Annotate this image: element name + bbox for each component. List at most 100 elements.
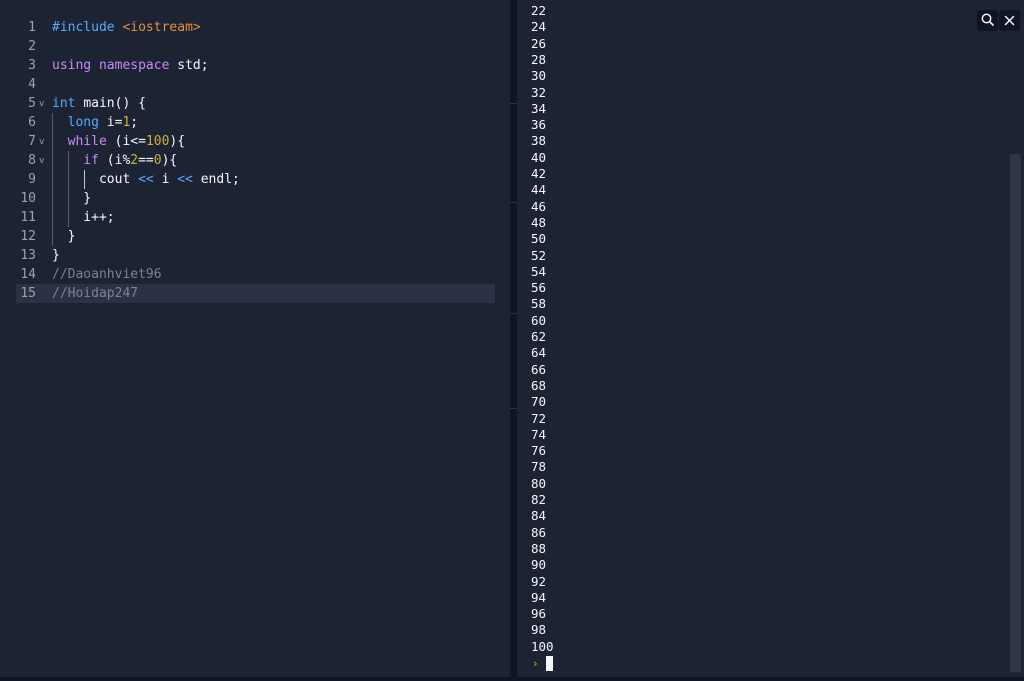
console-output-line: 92 (531, 573, 547, 589)
code-line[interactable]: 12 } (16, 227, 495, 246)
code-text: //Hoidap247 (52, 284, 138, 303)
code-line[interactable]: 3 using namespace std; (16, 56, 495, 75)
console-output-line: 54 (531, 263, 547, 279)
console-output-line: 64 (531, 345, 547, 361)
search-button[interactable] (977, 10, 998, 31)
console-output-line: 30 (531, 68, 547, 84)
code-token: long (52, 115, 107, 130)
console-output-line: 100 (531, 638, 554, 654)
console-output-line: 72 (531, 410, 547, 426)
code-token: //Hoidap247 (52, 286, 139, 301)
console-output-line: 22 (531, 3, 547, 18)
code-token: main() { (83, 96, 146, 111)
console-output-line: 80 (531, 475, 547, 491)
divider-mark (510, 202, 517, 203)
code-text: long i=1; (52, 113, 138, 132)
code-line[interactable]: 6 long i=1; (16, 113, 495, 132)
code-token: } (52, 229, 76, 244)
console-output-line: 98 (531, 622, 547, 638)
console-output-line: 42 (531, 166, 547, 181)
code-token: } (52, 248, 60, 263)
code-line[interactable]: 5 v int main() { (16, 94, 495, 113)
console-output-line: 50 (531, 231, 547, 247)
code-token: == (138, 153, 154, 168)
code-line[interactable]: 2 (16, 37, 495, 56)
code-token: if (52, 153, 107, 168)
code-token: ){ (169, 134, 186, 149)
console-output-line: 62 (531, 329, 547, 344)
line-number: 10 (20, 191, 36, 206)
console-output-line: 76 (531, 443, 547, 459)
code-token: (i<= (114, 134, 146, 149)
code-token: 2 (130, 153, 139, 168)
line-number: 13 (20, 248, 36, 263)
console-output-line: 56 (531, 280, 547, 296)
code-line[interactable]: 9 cout << i << endl; (16, 170, 495, 189)
code-line[interactable]: 13} (16, 246, 495, 265)
console-output-line: 46 (531, 198, 547, 214)
code-line[interactable]: 8v if (i%2==0){ (16, 151, 495, 170)
code-token: std; (177, 58, 209, 73)
code-line[interactable]: 14 //Daoanhviet96 (16, 265, 495, 284)
line-number: 2 (28, 39, 36, 54)
code-token: } (52, 191, 92, 206)
line-number: 12 (20, 229, 36, 244)
code-text: cout << i << endl; (52, 170, 240, 189)
code-text: if (i%2==0){ (52, 151, 177, 170)
chevron-down-icon[interactable]: v (39, 133, 44, 152)
console-output-line: 34 (531, 100, 547, 116)
console-scrollbar-thumb[interactable] (1010, 154, 1021, 672)
code-text: //Daoanhviet96 (52, 265, 162, 284)
search-icon (981, 11, 994, 30)
code-text: } (52, 246, 60, 265)
line-number: 8 (28, 153, 36, 168)
console-cursor (546, 656, 553, 671)
code-line[interactable]: 11 i++; (16, 208, 495, 227)
code-text: i++; (52, 208, 115, 227)
code-token: endl; (192, 172, 240, 187)
code-text: #include <iostream> (52, 18, 201, 37)
chevron-down-icon[interactable]: v (39, 95, 44, 114)
code-line[interactable]: 7v while (i<=100){ (16, 132, 495, 151)
console-output-line: 78 (531, 459, 547, 475)
code-token: #include (52, 20, 123, 35)
line-number: 6 (28, 115, 36, 130)
code-token: i (153, 172, 178, 187)
code-editor[interactable]: 1 #include <iostream> 2 3 using namespace st… (0, 0, 510, 677)
code-line[interactable]: 15 //Hoidap247 (16, 284, 495, 303)
close-button[interactable] (999, 10, 1020, 31)
console-output[interactable]: › 22 24 26 28 30 32 34 36 38 40 42 44 46 48 50 52 54 56 58… (517, 0, 1024, 677)
console-output-line: 36 (531, 117, 547, 133)
console-output-line: 88 (531, 540, 547, 556)
bottom-border (0, 677, 1024, 681)
console-prompt: › (532, 657, 539, 670)
code-text: int main() { (52, 94, 146, 113)
console-output-line: 70 (531, 394, 547, 410)
code-token: namespace (98, 58, 178, 73)
line-number: 7 (28, 134, 36, 149)
code-token: (i% (106, 153, 131, 168)
line-number: 15 (20, 286, 36, 301)
console-output-line: 96 (531, 606, 547, 622)
console-output-line: 32 (531, 84, 547, 100)
line-number: 11 (20, 210, 36, 225)
chevron-down-icon[interactable]: v (39, 152, 44, 171)
divider-mark (510, 313, 517, 314)
code-token: cout (52, 172, 139, 187)
line-number: 14 (20, 267, 36, 282)
console-output-line: 90 (531, 557, 547, 573)
line-number: 5 (28, 96, 36, 111)
line-number: 3 (28, 58, 36, 73)
console-output-line: 84 (531, 508, 547, 524)
code-line[interactable]: 1 #include <iostream> (16, 18, 495, 37)
code-line[interactable]: 10 } (16, 189, 495, 208)
code-token: 0 (153, 153, 162, 168)
line-number: 4 (28, 77, 36, 92)
divider-mark (510, 408, 517, 409)
code-line[interactable]: 4 (16, 75, 495, 94)
console-output-line: 40 (531, 149, 547, 165)
line-number: 9 (28, 172, 36, 187)
console-output-line: 52 (531, 247, 547, 263)
code-token: i++; (52, 210, 115, 225)
console-output-line: 74 (531, 426, 547, 442)
